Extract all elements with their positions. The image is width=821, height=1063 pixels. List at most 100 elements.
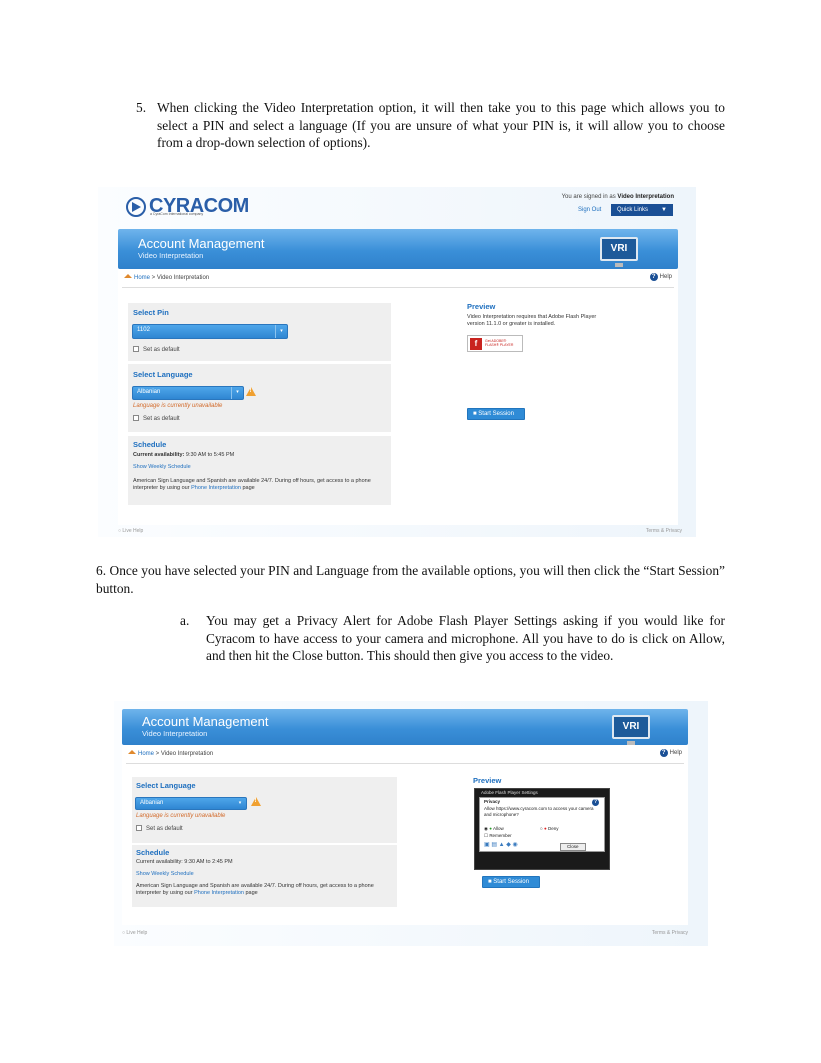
- dialog-close-button[interactable]: Close: [560, 843, 586, 851]
- warning-icon: [246, 387, 256, 396]
- remember-checkbox[interactable]: ☐ Remember: [484, 833, 512, 839]
- preview-title: Preview: [467, 302, 496, 311]
- schedule-title: Schedule: [133, 440, 167, 449]
- checkbox-icon: [136, 825, 142, 831]
- language-select-value: Albanian: [137, 389, 161, 395]
- vri-monitor-icon: VRI: [600, 237, 638, 267]
- schedule-title: Schedule: [136, 848, 170, 857]
- chevron-down-icon: ▾: [231, 387, 243, 399]
- terms-privacy-link[interactable]: Terms & Privacy: [646, 528, 682, 534]
- dialog-body: Privacy ? Allow https://www.cyracom.com …: [479, 797, 605, 852]
- live-help-label: Live Help: [126, 930, 148, 936]
- remember-label: Remember: [489, 833, 512, 838]
- home-icon: [124, 274, 132, 278]
- current-availability: Current availability: 9:30 AM to 5:45 PM: [133, 452, 234, 459]
- dialog-tab-icons[interactable]: ▣ ▤ ▲ ◆ ◉: [484, 842, 518, 849]
- divider: [126, 763, 684, 764]
- show-weekly-schedule-link[interactable]: Show Weekly Schedule: [136, 871, 194, 878]
- language-set-default-label: Set as default: [146, 826, 183, 832]
- select-pin-title: Select Pin: [133, 308, 169, 317]
- checkbox-icon: [133, 346, 139, 352]
- availability-label: Current availability:: [133, 452, 185, 458]
- breadcrumb-home[interactable]: Home: [138, 751, 154, 757]
- breadcrumb: Home > Video Interpretation: [128, 750, 213, 757]
- preview-text: Video Interpretation requires that Adobe…: [467, 314, 597, 327]
- screenshot-video-interpretation-page: CYRACOM a CyraCom International company …: [98, 187, 696, 537]
- divider: [122, 287, 674, 288]
- pin-select[interactable]: 1102 ▾: [132, 324, 288, 339]
- dialog-help-icon[interactable]: ?: [592, 799, 601, 806]
- language-set-default-checkbox[interactable]: Set as default: [136, 825, 183, 832]
- logo-icon: [126, 196, 146, 217]
- flash-badge-text: Get ADOBE® FLASH® PLAYER: [485, 339, 513, 347]
- content-area: Home > Video Interpretation ? Help Select…: [118, 269, 678, 525]
- breadcrumb: Home > Video Interpretation: [124, 274, 209, 281]
- live-help-link[interactable]: ○ Live Help: [118, 528, 143, 534]
- select-pin-panel: Select Pin 1102 ▾ Set as default: [128, 303, 391, 361]
- signed-in-text: You are signed in as Video Interpretatio…: [562, 194, 674, 200]
- deny-icon: ●: [543, 826, 547, 831]
- live-help-link[interactable]: ○ Live Help: [122, 930, 147, 936]
- dialog-question: Allow https://www.cyracom.com to access …: [484, 806, 594, 817]
- start-session-button[interactable]: ■ Start Session: [467, 408, 525, 420]
- account-management-banner: Account Management Video Interpretation …: [118, 229, 678, 269]
- schedule-panel: Schedule Current availability: 9:30 AM t…: [132, 845, 397, 907]
- banner-subtitle: Video Interpretation: [142, 729, 208, 738]
- banner-subtitle: Video Interpretation: [138, 251, 204, 260]
- help-icon: ?: [659, 749, 668, 757]
- deny-label: Deny: [547, 826, 559, 831]
- help-label: Help: [659, 274, 672, 280]
- allow-check-icon: ●: [489, 826, 492, 831]
- account-management-banner: Account Management Video Interpretation …: [122, 709, 688, 745]
- checkbox-icon: [133, 415, 139, 421]
- help-link[interactable]: ? Help: [649, 273, 672, 281]
- help-link[interactable]: ? Help: [659, 749, 682, 757]
- quick-links-button[interactable]: Quick Links ▼: [611, 204, 673, 216]
- language-select[interactable]: Albanian ▾: [132, 386, 244, 400]
- select-language-panel: Select Language Albanian ▾ Language is c…: [132, 777, 397, 843]
- language-unavailable-message: Language is currently unavailable: [136, 813, 226, 819]
- language-select-value: Albanian: [140, 800, 164, 806]
- vri-monitor-icon: VRI: [612, 715, 650, 745]
- language-set-default-checkbox[interactable]: Set as default: [133, 415, 180, 422]
- preview-title: Preview: [473, 776, 502, 785]
- terms-privacy-link[interactable]: Terms & Privacy: [652, 930, 688, 936]
- deny-radio[interactable]: ○ ● Deny: [540, 826, 558, 832]
- breadcrumb-current: > Video Interpretation: [150, 275, 210, 281]
- breadcrumb-current: > Video Interpretation: [154, 751, 214, 757]
- radio-icon: ○: [540, 826, 543, 831]
- content-area: Home > Video Interpretation ? Help Select…: [122, 745, 688, 925]
- language-select[interactable]: Albanian ▾: [135, 797, 247, 810]
- allow-radio[interactable]: ◉ ● Allow: [484, 826, 504, 832]
- signed-in-prefix: You are signed in as: [561, 194, 616, 200]
- get-flash-player-badge[interactable]: f Get ADOBE® FLASH® PLAYER: [467, 335, 523, 352]
- flash-icon: f: [470, 338, 482, 350]
- phone-interpretation-link[interactable]: Phone Interpretation: [194, 890, 244, 896]
- start-session-label: Start Session: [493, 879, 529, 885]
- breadcrumb-home[interactable]: Home: [134, 275, 150, 281]
- select-language-title: Select Language: [133, 370, 193, 379]
- help-label: Help: [669, 750, 682, 756]
- current-availability: Current availability: 9:30 AM to 2:45 PM: [136, 859, 233, 866]
- language-set-default-label: Set as default: [143, 416, 180, 422]
- step-6a-number: a.: [180, 613, 190, 628]
- banner-title: Account Management: [142, 714, 269, 729]
- schedule-panel: Schedule Current availability: 9:30 AM t…: [128, 436, 391, 505]
- availability-value: 9:30 AM to 2:45 PM: [182, 859, 233, 865]
- show-weekly-schedule-link[interactable]: Show Weekly Schedule: [133, 464, 191, 471]
- screenshot-flash-privacy-dialog: Account Management Video Interpretation …: [114, 701, 708, 946]
- phone-interpretation-link[interactable]: Phone Interpretation: [191, 485, 241, 491]
- pin-set-default-checkbox[interactable]: Set as default: [133, 346, 180, 353]
- sign-out-link[interactable]: Sign Out: [578, 207, 601, 213]
- dialog-privacy-heading: Privacy: [484, 799, 501, 804]
- start-session-button[interactable]: ■ Start Session: [482, 876, 540, 888]
- chevron-down-icon: ▾: [275, 325, 287, 338]
- schedule-note: American Sign Language and Spanish are a…: [136, 883, 394, 897]
- warning-icon: [251, 797, 261, 806]
- dialog-header: Adobe Flash Player Settings: [481, 790, 538, 795]
- step-5-text: When clicking the Video Interpretation o…: [157, 100, 725, 150]
- step-6a-text: You may get a Privacy Alert for Adobe Fl…: [206, 613, 725, 663]
- pin-select-value: 1102: [137, 327, 150, 333]
- chevron-down-icon: ▼: [661, 207, 667, 213]
- live-help-label: Live Help: [122, 528, 144, 534]
